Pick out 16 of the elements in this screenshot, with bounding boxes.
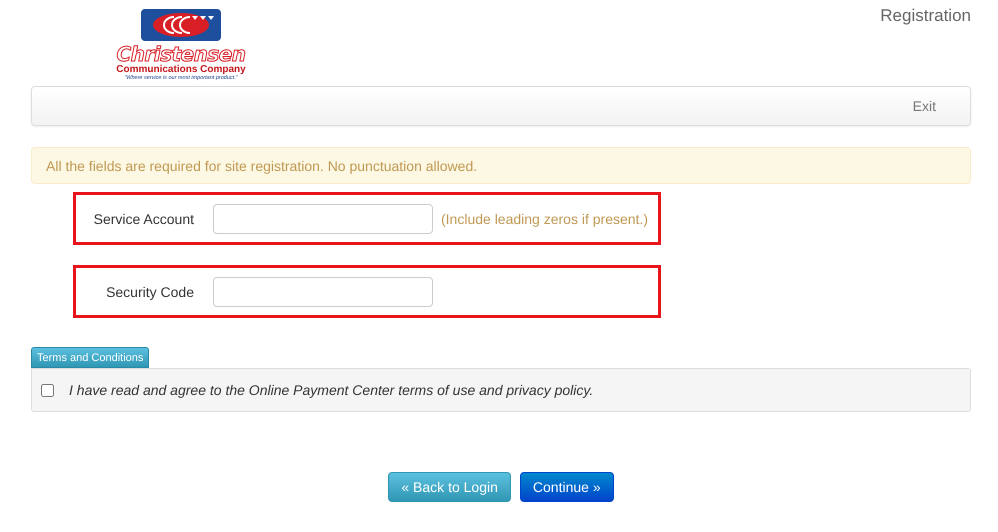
field-label: Service Account bbox=[92, 210, 194, 226]
input-field[interactable] bbox=[213, 276, 433, 306]
continue-button[interactable]: Continue » bbox=[520, 472, 614, 502]
exit-link[interactable]: Exit bbox=[912, 98, 936, 114]
back-button[interactable]: « Back to Login bbox=[388, 472, 511, 502]
field-label: Security Code bbox=[105, 284, 194, 300]
agree-checkbox[interactable] bbox=[41, 384, 54, 396]
alert-message: All the fields are required for site registration. No punctuation allowed. bbox=[31, 147, 971, 184]
field-hint: (Include leading zeros if present.) bbox=[441, 210, 648, 226]
terms-button[interactable]: Terms and Conditions bbox=[31, 347, 150, 368]
agreement-text: I have read and agree to the Online Payment Center terms of use and privacy policy. bbox=[69, 382, 594, 398]
logo-name: Christensen bbox=[116, 44, 246, 64]
page-title: Registration bbox=[880, 6, 971, 27]
logo-icon bbox=[140, 8, 222, 42]
input-field[interactable] bbox=[213, 204, 433, 234]
logo-subtitle: Communications Company bbox=[116, 64, 246, 75]
